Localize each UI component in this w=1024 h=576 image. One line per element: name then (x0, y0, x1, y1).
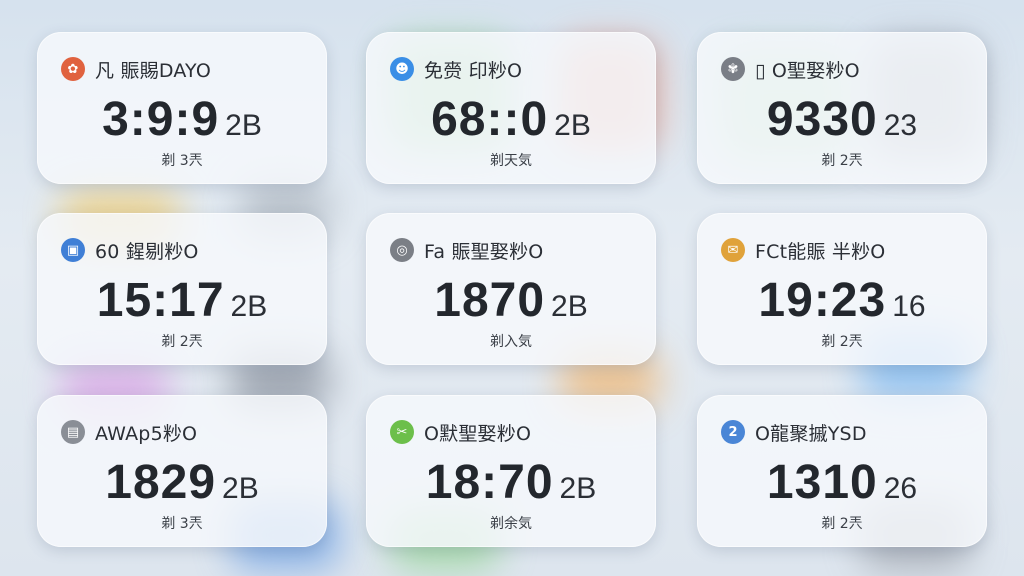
widget-time: 1829 2B (37, 455, 327, 510)
widget-card[interactable]: ◎ Fa 賑聖娶粆O 1870 2B 剃入気 (366, 213, 656, 365)
time-value: 68::0 (431, 93, 549, 146)
widget-time: 18:70 2B (366, 455, 656, 510)
time-unit: 2B (559, 472, 597, 505)
gear-icon: ✿ (61, 57, 85, 81)
widget-title: AWAp5粆O (95, 422, 198, 445)
widget-header: ✿ 凡 賑賜DAYO (61, 56, 307, 82)
widget-header: ▣ 60 鍟剔粆O (61, 237, 307, 263)
time-unit: 23 (883, 109, 918, 142)
number-icon: 2 (721, 420, 745, 444)
time-unit: 2B (554, 109, 591, 142)
widget-title: 免赍 印粆O (424, 59, 523, 82)
widget-title: 60 鍟剔粆O (95, 240, 199, 263)
widget-card[interactable]: ☻ 免赍 印粆O 68::0 2B 剃天気 (366, 32, 656, 184)
widget-title: O默聖娶粆O (424, 422, 532, 445)
time-unit: 2B (551, 290, 588, 323)
widget-card[interactable]: ▣ 60 鍟剔粆O 15:17 2B 剃 2兲 (37, 213, 327, 365)
widget-card[interactable]: ✾ ▯ O聖娶粆O 9330 23 剃 2兲 (697, 32, 987, 184)
leaf-icon: ✂ (390, 420, 414, 444)
widget-card[interactable]: ✿ 凡 賑賜DAYO 3:9:9 2B 剃 3兲 (37, 32, 327, 184)
widget-time: 19:23 16 (697, 273, 987, 328)
time-value: 3:9:9 (102, 93, 220, 146)
widget-card[interactable]: 2 O龍聚摵YSD 1310 26 剃 2兲 (697, 395, 987, 547)
widget-header: ✂ O默聖娶粆O (390, 419, 636, 445)
widget-subtitle: 剃入気 (490, 334, 532, 350)
widget-time: 9330 23 (697, 92, 987, 147)
widget-time: 3:9:9 2B (37, 92, 327, 147)
widget-title: 凡 賑賜DAYO (95, 59, 211, 82)
widget-card[interactable]: ✂ O默聖娶粆O 18:70 2B 剃余気 (366, 395, 656, 547)
widget-title: FCt能賑 半粆O (755, 240, 886, 263)
widget-subtitle: 剃 2兲 (821, 153, 863, 169)
widget-header: ☻ 免赍 印粆O (390, 56, 636, 82)
flower-icon: ✾ (721, 57, 745, 81)
widget-header: ◎ Fa 賑聖娶粆O (390, 237, 636, 263)
time-value: 19:23 (758, 274, 887, 327)
widget-subtitle: 剃 2兲 (161, 334, 203, 350)
widget-subtitle: 剃余気 (490, 516, 532, 532)
widget-subtitle: 剃天気 (490, 153, 532, 169)
image-icon: ▤ (61, 420, 85, 444)
time-unit: 2B (230, 290, 268, 323)
widget-title: ▯ O聖娶粆O (755, 59, 860, 82)
widget-time: 15:17 2B (37, 273, 327, 328)
time-unit: 2B (222, 472, 259, 505)
time-value: 9330 (766, 93, 878, 146)
widget-header: ✾ ▯ O聖娶粆O (721, 56, 967, 82)
time-value: 1870 (434, 274, 546, 327)
widget-title: O龍聚摵YSD (755, 422, 867, 445)
widget-header: ✉ FCt能賑 半粆O (721, 237, 967, 263)
compass-icon: ◎ (390, 238, 414, 262)
widget-time: 68::0 2B (366, 92, 656, 147)
widget-time: 1310 26 (697, 455, 987, 510)
time-value: 1310 (766, 456, 878, 509)
widget-card[interactable]: ▤ AWAp5粆O 1829 2B 剃 3兲 (37, 395, 327, 547)
time-value: 15:17 (96, 274, 225, 327)
person-icon: ☻ (390, 57, 414, 81)
widget-card[interactable]: ✉ FCt能賑 半粆O 19:23 16 剃 2兲 (697, 213, 987, 365)
time-unit: 2B (225, 109, 262, 142)
widget-subtitle: 剃 3兲 (161, 516, 203, 532)
widget-subtitle: 剃 2兲 (821, 334, 863, 350)
widget-header: 2 O龍聚摵YSD (721, 419, 967, 445)
widget-header: ▤ AWAp5粆O (61, 419, 307, 445)
time-value: 1829 (105, 456, 217, 509)
widget-time: 1870 2B (366, 273, 656, 328)
widget-subtitle: 剃 3兲 (161, 153, 203, 169)
chat-icon: ✉ (721, 238, 745, 262)
time-value: 18:70 (425, 456, 554, 509)
card-icon: ▣ (61, 238, 85, 262)
widget-subtitle: 剃 2兲 (821, 516, 863, 532)
time-unit: 16 (892, 290, 926, 323)
time-unit: 26 (883, 472, 918, 505)
widget-title: Fa 賑聖娶粆O (424, 240, 544, 263)
widget-grid: ✿ 凡 賑賜DAYO 3:9:9 2B 剃 3兲 ☻ 免赍 印粆O 68::0 2B… (0, 0, 1024, 576)
